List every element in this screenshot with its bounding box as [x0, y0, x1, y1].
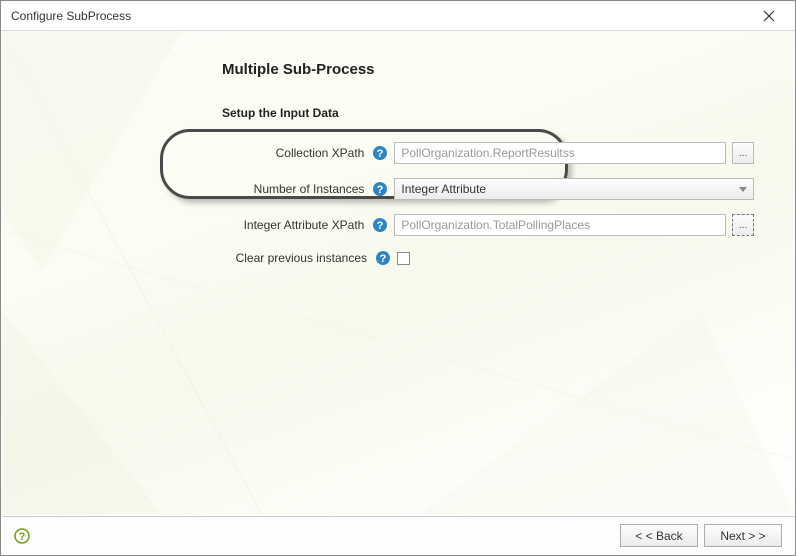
svg-text:?: ? [19, 531, 26, 543]
svg-text:?: ? [377, 220, 384, 232]
instances-select[interactable]: Integer Attribute [394, 178, 754, 200]
back-button-label: < < Back [635, 529, 682, 543]
row-number-of-instances: Number of Instances ? Integer Attribute [222, 178, 754, 200]
close-button[interactable] [751, 5, 787, 27]
instances-label: Number of Instances [222, 182, 364, 196]
collection-xpath-input[interactable] [394, 142, 726, 164]
clear-previous-checkbox[interactable] [397, 252, 410, 265]
help-icon[interactable]: ? [375, 250, 391, 266]
integer-attr-browse-button[interactable]: ... [732, 214, 754, 236]
content-area: Multiple Sub-Process Setup the Input Dat… [2, 31, 794, 515]
page-heading: Multiple Sub-Process [222, 61, 754, 78]
footer: ? < < Back Next > > [2, 516, 794, 554]
close-icon [763, 10, 775, 22]
svg-text:?: ? [377, 184, 384, 196]
help-icon[interactable]: ? [372, 145, 388, 161]
collection-xpath-browse-button[interactable]: ... [732, 142, 754, 164]
ellipsis-icon: ... [739, 148, 747, 159]
section-title: Setup the Input Data [222, 106, 754, 120]
next-button[interactable]: Next > > [704, 524, 782, 547]
window-title: Configure SubProcess [11, 9, 131, 23]
help-icon[interactable]: ? [372, 217, 388, 233]
back-button[interactable]: < < Back [620, 524, 698, 547]
next-button-label: Next > > [720, 529, 765, 543]
main-form: Multiple Sub-Process Setup the Input Dat… [2, 31, 794, 290]
footer-help-button[interactable]: ? [14, 528, 30, 544]
row-integer-attr-xpath: Integer Attribute XPath ? ... [222, 214, 754, 236]
help-icon: ? [14, 528, 30, 544]
titlebar: Configure SubProcess [1, 1, 795, 31]
help-icon[interactable]: ? [372, 181, 388, 197]
integer-attr-input[interactable] [394, 214, 726, 236]
chevron-down-icon [739, 187, 747, 192]
ellipsis-icon: ... [739, 220, 747, 231]
svg-text:?: ? [377, 148, 384, 160]
collection-xpath-label: Collection XPath [222, 146, 364, 160]
svg-text:?: ? [380, 253, 387, 265]
clear-previous-label: Clear previous instances [222, 251, 367, 265]
instances-select-value: Integer Attribute [401, 182, 486, 196]
row-collection-xpath: Collection XPath ? ... [222, 142, 754, 164]
integer-attr-label: Integer Attribute XPath [222, 218, 364, 232]
row-clear-previous: Clear previous instances ? [222, 250, 754, 266]
